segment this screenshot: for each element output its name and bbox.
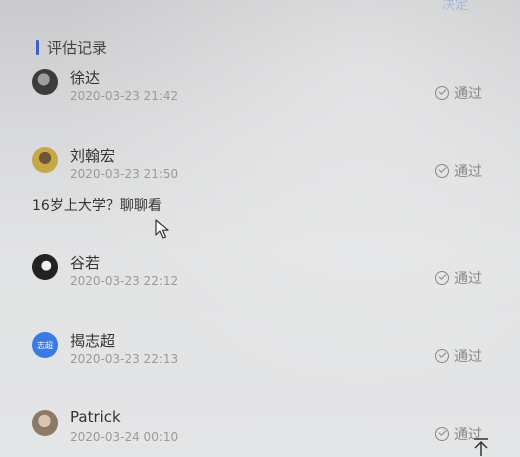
status-label: 通过: [454, 349, 482, 365]
avatar[interactable]: 志超: [32, 332, 58, 358]
status-label: 通过: [454, 271, 482, 287]
status-label: 通过: [454, 164, 482, 180]
check-circle-icon: [435, 349, 449, 363]
review-time: 2020-03-23 22:12: [70, 274, 179, 288]
reviewer-name[interactable]: 揭志超: [70, 330, 115, 351]
status-passed: 通过: [435, 346, 482, 366]
avatar[interactable]: [32, 410, 58, 436]
review-comment: 16岁上大学？聊聊看: [32, 198, 162, 214]
avatar[interactable]: [32, 69, 58, 95]
check-circle-icon: [435, 86, 449, 100]
reviewer-name[interactable]: 谷若: [70, 252, 100, 273]
section-title: 评估记录: [47, 39, 108, 57]
avatar[interactable]: [32, 254, 58, 280]
reviewer-name[interactable]: Patrick: [70, 408, 121, 426]
record-item: 谷若 2020-03-23 22:12 通过: [32, 252, 490, 294]
review-time: 2020-03-23 22:13: [70, 352, 179, 366]
record-item: 志超 揭志超 2020-03-23 22:13 通过: [32, 330, 490, 372]
section-accent-bar: [36, 40, 39, 55]
mouse-cursor-icon: [155, 219, 169, 239]
review-time: 2020-03-23 21:50: [70, 167, 179, 181]
status-passed: 通过: [435, 161, 482, 181]
review-time: 2020-03-23 21:42: [70, 89, 179, 103]
reviewer-name[interactable]: 徐达: [70, 67, 100, 88]
check-circle-icon: [435, 427, 449, 441]
section-header: 评估记录: [36, 37, 107, 58]
review-time: 2020-03-24 00:10: [70, 430, 179, 444]
avatar[interactable]: [32, 147, 58, 173]
check-circle-icon: [435, 164, 449, 178]
status-passed: 通过: [435, 268, 482, 288]
arrow-up-icon[interactable]: [472, 437, 490, 457]
record-item: Patrick 2020-03-24 00:10 通过: [32, 408, 490, 450]
record-item: 刘翰宏 2020-03-23 21:50 通过: [32, 145, 490, 187]
reviewer-name[interactable]: 刘翰宏: [70, 145, 115, 166]
status-passed: 通过: [435, 83, 482, 103]
cropped-top-text: 决定: [441, 0, 468, 13]
status-label: 通过: [454, 86, 482, 102]
check-circle-icon: [435, 271, 449, 285]
record-item: 徐达 2020-03-23 21:42 通过: [32, 67, 490, 109]
